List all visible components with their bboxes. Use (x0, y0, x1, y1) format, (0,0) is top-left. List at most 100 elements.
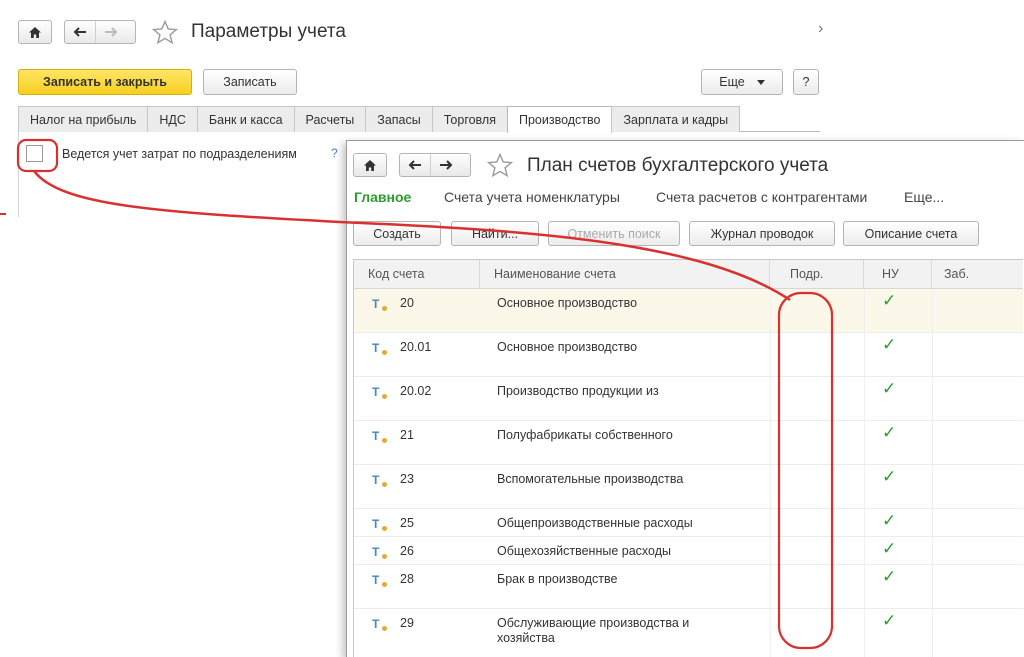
table-row[interactable]: T 20.02 Производство продукции из ✓ (354, 377, 1023, 421)
account-code: 29 (400, 616, 414, 630)
tab-4[interactable]: Запасы (365, 106, 433, 132)
col-tax-accounting[interactable]: НУ (864, 260, 932, 289)
favorite-star-icon[interactable] (152, 20, 178, 44)
chevron-down-icon (756, 79, 765, 85)
col-subdivision[interactable]: Подр. (770, 260, 864, 289)
account-code: 21 (400, 428, 414, 442)
account-type-icon: T (372, 429, 387, 443)
account-icon-letter: T (372, 473, 380, 487)
window-title: План счетов бухгалтерского учета (527, 155, 829, 176)
tab-6[interactable]: Производство (506, 106, 613, 133)
account-name: Вспомогательные производства (497, 472, 684, 486)
window-title: Параметры учета (191, 21, 346, 42)
home-button[interactable] (353, 153, 387, 177)
account-icon-letter: T (372, 341, 380, 355)
subnav-main[interactable]: Главное (354, 189, 411, 205)
account-type-icon: T (372, 517, 387, 531)
account-icon-letter: T (372, 545, 380, 559)
home-button[interactable] (18, 20, 52, 44)
account-type-icon: T (372, 573, 387, 587)
account-code: 28 (400, 572, 414, 586)
account-type-icon: T (372, 617, 387, 631)
tax-accounting-check-icon: ✓ (882, 567, 897, 586)
account-name: Производство продукции из (497, 384, 659, 398)
account-name: Основное производство (497, 340, 638, 354)
chart-of-accounts-window: План счетов бухгалтерского учета Главное… (346, 140, 1024, 657)
table-row[interactable]: T 23 Вспомогательные производства ✓ (354, 465, 1023, 509)
table-row[interactable]: T 28 Брак в производстве ✓ (354, 565, 1023, 609)
account-code: 20.01 (400, 340, 432, 354)
arrow-left-icon (408, 160, 421, 170)
account-code: 20 (400, 296, 414, 310)
col-off-balance[interactable]: Заб. (932, 260, 1023, 289)
tax-accounting-check-icon: ✓ (882, 291, 897, 310)
more-label: Еще (719, 75, 745, 89)
subnav-more[interactable]: Еще... (904, 189, 944, 205)
account-name: Брак в производстве (497, 572, 618, 586)
table-row[interactable]: T 20.01 Основное производство ✓ (354, 333, 1023, 377)
subnav-contractor-accounts[interactable]: Счета расчетов с контрагентами (656, 189, 867, 205)
cost-by-subdivision-checkbox[interactable] (26, 145, 43, 162)
more-dropdown-button[interactable]: Еще (701, 69, 783, 95)
scroll-right-arrow[interactable]: › (818, 20, 823, 38)
tax-accounting-check-icon: ✓ (882, 423, 897, 442)
tax-accounting-check-icon: ✓ (882, 335, 897, 354)
forward-button[interactable] (95, 21, 125, 43)
account-code: 20.02 (400, 384, 432, 398)
back-button[interactable] (65, 21, 95, 43)
cost-by-subdivision-label[interactable]: Ведется учет затрат по подразделениям (62, 147, 297, 161)
subnav-item-accounts[interactable]: Счета учета номенклатуры (444, 189, 620, 205)
create-button[interactable]: Создать (353, 221, 441, 246)
account-type-icon: T (372, 473, 387, 487)
tab-2[interactable]: Банк и касса (196, 106, 295, 132)
find-button[interactable]: Найти... (451, 221, 539, 246)
arrow-right-icon (439, 160, 452, 170)
account-type-icon: T (372, 545, 387, 559)
table-row[interactable]: T 20 Основное производство ✓ (354, 289, 1023, 333)
account-icon-letter: T (372, 297, 380, 311)
tax-accounting-check-icon: ✓ (882, 467, 897, 486)
arrow-right-icon (104, 27, 117, 37)
cancel-search-button[interactable]: Отменить поиск (548, 221, 680, 246)
account-name: Обслуживающие производства и хозяйства (497, 616, 690, 645)
settings-tabs: Налог на прибыль НДС Банк и касса Расчеты За… (18, 106, 820, 133)
col-name[interactable]: Наименование счета (480, 260, 770, 289)
save-button[interactable]: Записать (203, 69, 297, 95)
account-code: 25 (400, 516, 414, 530)
tab-0[interactable]: Налог на прибыль (18, 106, 149, 132)
home-icon (29, 26, 41, 38)
col-code[interactable]: Код счета (354, 260, 480, 289)
account-icon-letter: T (372, 385, 380, 399)
account-type-icon: T (372, 341, 387, 355)
favorite-star-icon[interactable] (487, 153, 513, 177)
account-icon-letter: T (372, 573, 380, 587)
help-button[interactable]: ? (793, 69, 819, 95)
home-icon (364, 159, 376, 171)
back-button[interactable] (400, 154, 430, 176)
account-code: 26 (400, 544, 414, 558)
account-name: Общехозяйственные расходы (497, 544, 671, 558)
account-name: Основное производство (497, 296, 638, 310)
table-header: Код счета Наименование счета Подр. НУ За… (354, 260, 1023, 289)
table-row[interactable]: T 25 Общепроизводственные расходы ✓ (354, 509, 1023, 537)
history-nav (64, 20, 136, 44)
tax-accounting-check-icon: ✓ (882, 539, 897, 558)
tax-accounting-check-icon: ✓ (882, 511, 897, 530)
option-help-link[interactable]: ? (331, 146, 338, 160)
forward-button[interactable] (430, 154, 460, 176)
save-and-close-button[interactable]: Записать и закрыть (18, 69, 192, 95)
tab-5[interactable]: Торговля (431, 106, 508, 132)
tab-1[interactable]: НДС (147, 106, 198, 132)
tax-accounting-check-icon: ✓ (882, 379, 897, 398)
history-nav (399, 153, 471, 177)
tab-3[interactable]: Расчеты (293, 106, 367, 132)
table-row[interactable]: T 21 Полуфабрикаты собственного ✓ (354, 421, 1023, 465)
arrow-left-icon (73, 27, 86, 37)
table-row[interactable]: T 26 Общехозяйственные расходы ✓ (354, 537, 1023, 565)
table-row[interactable]: T 29 Обслуживающие производства и хозяйств… (354, 609, 1023, 657)
posting-journal-button[interactable]: Журнал проводок (689, 221, 835, 246)
account-description-button[interactable]: Описание счета (843, 221, 979, 246)
account-code: 23 (400, 472, 414, 486)
accounts-table: Код счета Наименование счета Подр. НУ За… (353, 259, 1023, 657)
tab-7[interactable]: Зарплата и кадры (611, 106, 741, 132)
